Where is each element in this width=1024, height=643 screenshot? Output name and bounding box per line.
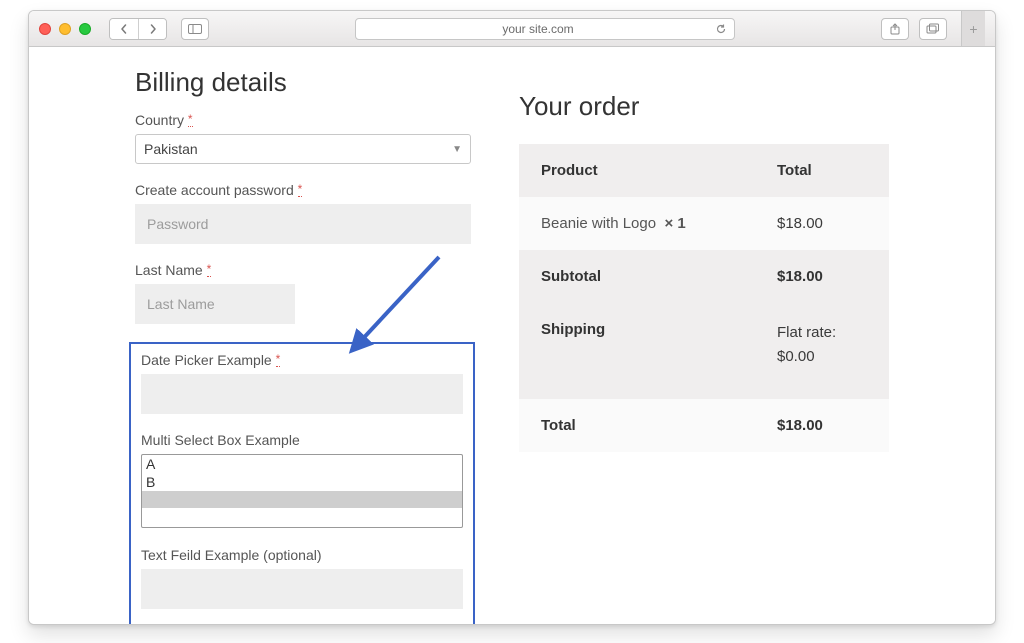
multiselect-field: Multi Select Box Example A B xyxy=(141,432,463,529)
nav-back-forward xyxy=(109,18,167,40)
total-value: $18.00 xyxy=(777,417,867,434)
sidebar-toggle-button[interactable] xyxy=(181,18,209,40)
reload-icon[interactable] xyxy=(714,22,728,36)
order-title: Your order xyxy=(519,91,889,122)
order-subtotal-row: Subtotal $18.00 xyxy=(519,250,889,303)
textfield-label: Text Feild Example (optional) xyxy=(141,547,463,563)
order-table: Product Total Beanie with Logo × 1 $18.0… xyxy=(519,144,889,452)
new-tab-button[interactable]: + xyxy=(961,11,985,46)
billing-title: Billing details xyxy=(135,67,471,98)
date-picker-label: Date Picker Example * xyxy=(141,352,463,368)
subtotal-label: Subtotal xyxy=(541,268,777,285)
order-item-name: Beanie with Logo × 1 xyxy=(541,215,777,232)
password-label: Create account password * xyxy=(135,182,471,198)
titlebar: your site.com + xyxy=(29,11,995,47)
window-controls xyxy=(39,23,91,35)
lastname-input[interactable] xyxy=(135,284,295,324)
tabs-button[interactable] xyxy=(919,18,947,40)
maximize-window-button[interactable] xyxy=(79,23,91,35)
textfield-input[interactable] xyxy=(141,569,463,609)
forward-button[interactable] xyxy=(138,19,166,39)
password-input[interactable] xyxy=(135,204,471,244)
minimize-window-button[interactable] xyxy=(59,23,71,35)
billing-column: Billing details Country * Pakistan ▼ Cre… xyxy=(135,67,471,600)
share-button[interactable] xyxy=(881,18,909,40)
order-total-row: Total $18.00 xyxy=(519,399,889,452)
country-select[interactable]: Pakistan ▼ xyxy=(135,134,471,164)
order-item-qty: × 1 xyxy=(664,215,685,232)
order-shipping-row: Shipping Flat rate: $0.00 xyxy=(519,303,889,399)
lastname-label: Last Name * xyxy=(135,262,471,278)
country-label: Country * xyxy=(135,112,471,128)
total-label: Total xyxy=(541,417,777,434)
browser-window: your site.com + Billing details xyxy=(28,10,996,625)
custom-fields-highlight: Date Picker Example * Multi Select Box E… xyxy=(129,342,475,625)
password-field: Create account password * xyxy=(135,182,471,244)
page-content: Billing details Country * Pakistan ▼ Cre… xyxy=(29,47,995,624)
order-header-row: Product Total xyxy=(519,144,889,197)
col-total-header: Total xyxy=(777,162,867,179)
lastname-field: Last Name * xyxy=(135,262,471,324)
country-value: Pakistan xyxy=(144,141,198,157)
shipping-value: Flat rate: $0.00 xyxy=(777,321,867,369)
textfield-field: Text Feild Example (optional) xyxy=(141,547,463,609)
order-item-total: $18.00 xyxy=(777,215,867,232)
country-field: Country * Pakistan ▼ xyxy=(135,112,471,164)
multiselect-input[interactable]: A B xyxy=(141,454,463,528)
order-column: Your order Product Total Beanie with Log… xyxy=(519,67,889,600)
multiselect-option-blank[interactable] xyxy=(142,491,462,508)
multiselect-option-b[interactable]: B xyxy=(142,473,462,491)
subtotal-value: $18.00 xyxy=(777,268,867,285)
order-item-row: Beanie with Logo × 1 $18.00 xyxy=(519,197,889,250)
close-window-button[interactable] xyxy=(39,23,51,35)
multiselect-label: Multi Select Box Example xyxy=(141,432,463,448)
multiselect-option-a[interactable]: A xyxy=(142,455,462,473)
date-picker-input[interactable] xyxy=(141,374,463,414)
chevron-down-icon: ▼ xyxy=(452,144,462,155)
col-product-header: Product xyxy=(541,162,777,179)
date-picker-field: Date Picker Example * xyxy=(141,352,463,414)
shipping-label: Shipping xyxy=(541,321,777,369)
back-button[interactable] xyxy=(110,19,138,39)
url-text: your site.com xyxy=(362,22,714,36)
address-bar[interactable]: your site.com xyxy=(355,18,735,40)
